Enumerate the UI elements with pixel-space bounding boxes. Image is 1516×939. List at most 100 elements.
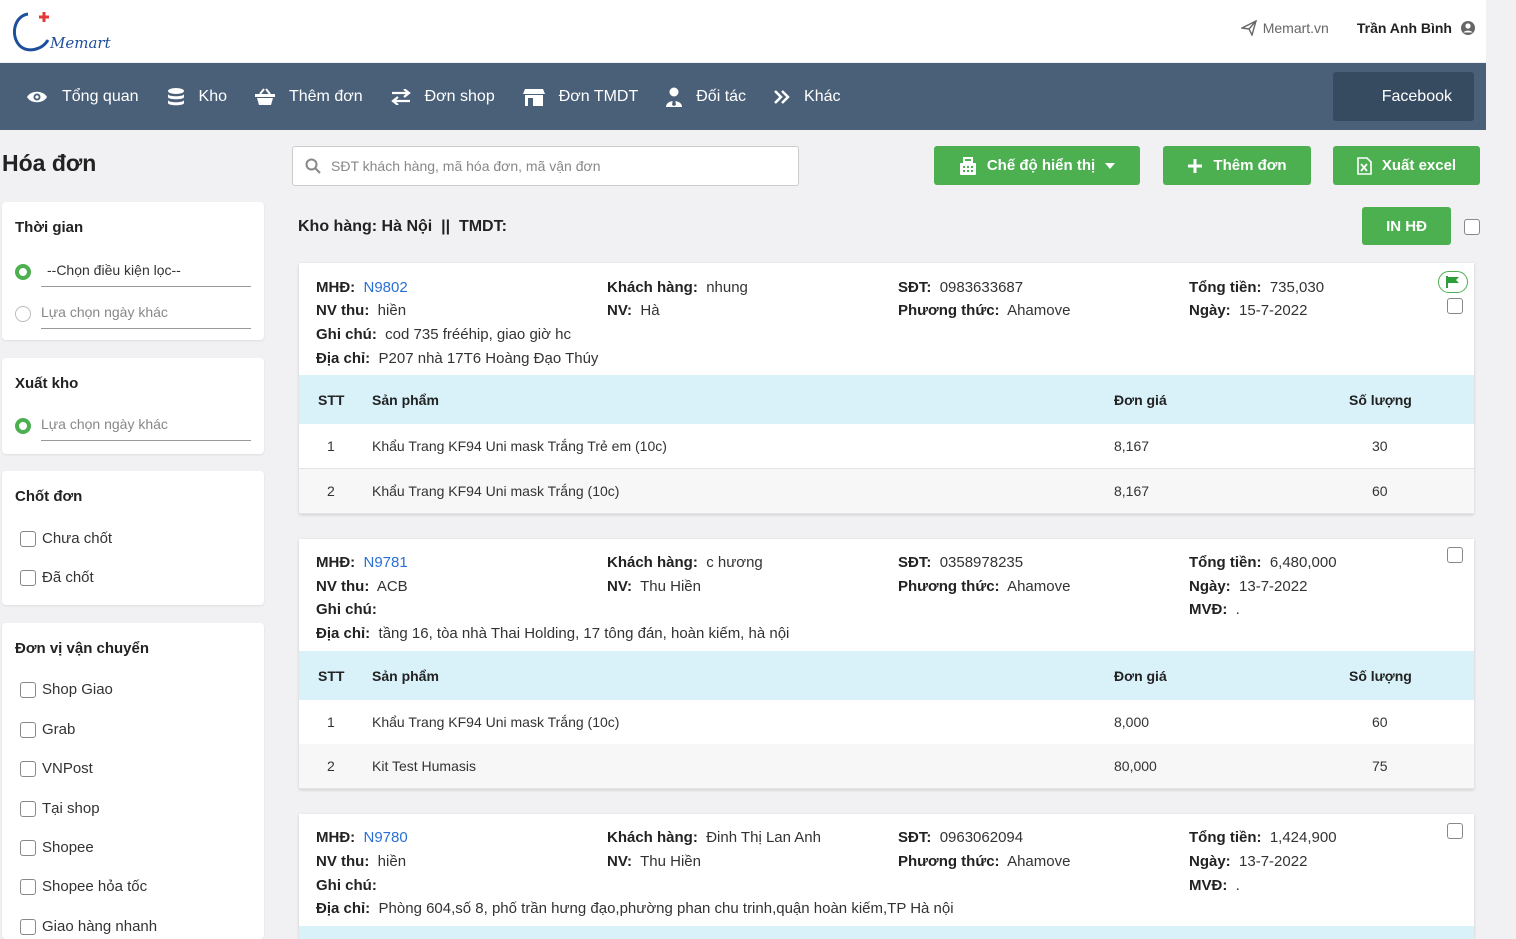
caret-down-icon <box>1105 162 1116 169</box>
export-excel-button[interactable]: Xuất excel <box>1333 146 1480 185</box>
memart-site-link[interactable]: Memart.vn <box>1240 20 1329 36</box>
close-option-not-closed[interactable]: Chưa chốt <box>20 530 112 547</box>
phone-field: SĐT: 0358978235 <box>898 554 1023 571</box>
order-id-field: MHĐ: N9781 <box>316 554 408 571</box>
shipping-option[interactable]: Tại shop <box>20 800 100 817</box>
checkbox[interactable] <box>20 681 36 698</box>
search-input[interactable] <box>331 158 771 174</box>
nav-them-don[interactable]: Thêm đơn <box>254 87 363 106</box>
nv-field: NV: Thu Hiền <box>607 853 701 870</box>
field-label: Ngày: <box>1189 578 1231 595</box>
order-id-field: MHĐ: N9780 <box>316 829 408 846</box>
order-id-link[interactable]: N9781 <box>364 554 408 571</box>
shipping-option[interactable]: VNPost <box>20 760 93 777</box>
field-label: SĐT: <box>898 554 932 571</box>
time-option-label: Lựa chọn ngày khác <box>41 298 251 329</box>
field-label: Khách hàng: <box>607 279 698 296</box>
checkbox[interactable] <box>20 721 36 738</box>
basket-icon <box>254 87 275 105</box>
search-icon <box>305 158 321 174</box>
field-label: Ngày: <box>1189 853 1231 870</box>
phone-field: SĐT: 0963062094 <box>898 829 1023 846</box>
radio-button[interactable] <box>15 305 31 322</box>
memart-logo[interactable]: Memart <box>8 6 118 56</box>
col-product: Sản phẩm <box>372 391 439 408</box>
row-stt: 1 <box>327 438 335 454</box>
checkbox[interactable] <box>20 839 36 856</box>
items-table-header: STT Sản phẩm Đơn giá Số lượng <box>299 651 1474 700</box>
shipping-option[interactable]: Shopee <box>20 839 94 856</box>
nav-don-shop[interactable]: Đơn shop <box>390 88 495 106</box>
checkbox[interactable] <box>20 800 36 817</box>
field-label: MHĐ: <box>316 279 356 296</box>
facebook-button[interactable]: Facebook <box>1333 72 1474 121</box>
export-excel-label: Xuất excel <box>1381 157 1457 174</box>
eye-icon <box>27 91 47 102</box>
checkbox[interactable] <box>20 878 36 895</box>
shipping-option[interactable]: Giao hàng nhanh <box>20 918 157 935</box>
row-product: Kit Test Humasis <box>372 758 476 774</box>
order-select-checkbox[interactable] <box>1447 823 1463 839</box>
nav-tong-quan[interactable]: Tổng quan <box>26 88 139 106</box>
field-label: MHĐ: <box>316 829 356 846</box>
address-field: Địa chỉ: tầng 16, tòa nhà Thai Holding, … <box>316 625 789 642</box>
date-field: Ngày: 13-7-2022 <box>1189 853 1307 870</box>
select-all-checkbox[interactable] <box>1464 219 1480 235</box>
field-label: Địa chỉ: <box>316 625 371 642</box>
shipping-option[interactable]: Shop Giao <box>20 681 113 698</box>
radio-button[interactable] <box>15 263 31 280</box>
checkbox[interactable] <box>20 530 36 547</box>
shipping-option[interactable]: Grab <box>20 721 75 738</box>
exchange-icon <box>390 88 411 105</box>
print-invoice-button[interactable]: IN HĐ <box>1362 207 1451 245</box>
flag-badge[interactable] <box>1438 271 1468 293</box>
items-table-header <box>299 926 1474 939</box>
phone-value: 0983633687 <box>939 279 1024 296</box>
field-label: MHĐ: <box>316 554 356 571</box>
order-select-checkbox[interactable] <box>1447 298 1463 314</box>
time-option-filter[interactable]: --Chọn điều kiện lọc-- <box>15 256 251 287</box>
field-label: Tổng tiền: <box>1189 554 1262 571</box>
add-order-label: Thêm đơn <box>1213 157 1287 174</box>
row-price: 8,167 <box>1114 483 1150 499</box>
order-select-checkbox[interactable] <box>1447 547 1463 563</box>
checkbox[interactable] <box>20 760 36 777</box>
order-id-link[interactable]: N9780 <box>364 829 408 846</box>
nav-khac[interactable]: Khác <box>774 88 841 106</box>
add-order-button[interactable]: Thêm đơn <box>1163 146 1311 185</box>
send-icon <box>1240 20 1257 36</box>
plus-icon <box>1188 158 1203 173</box>
top-header: Memart Memart.vn Trần Anh Bình <box>0 0 1486 62</box>
nv-thu-field: NV thu: hiền <box>316 853 406 870</box>
nav-doi-tac[interactable]: Đối tác <box>666 87 746 107</box>
checkbox[interactable] <box>20 569 36 586</box>
search-box[interactable] <box>292 146 799 186</box>
filter-close-title: Chốt đơn <box>15 488 83 505</box>
time-option-label: --Chọn điều kiện lọc-- <box>41 256 251 287</box>
nv-thu-field: NV thu: hiền <box>316 302 406 319</box>
checkbox[interactable] <box>20 918 36 935</box>
field-label: Ghi chú: <box>316 877 377 894</box>
row-qty: 60 <box>1372 483 1388 499</box>
nav-don-tmdt[interactable]: Đơn TMDT <box>522 88 638 106</box>
store-icon <box>522 88 545 106</box>
shipping-option[interactable]: Shopee hỏa tốc <box>20 878 147 895</box>
nv-value: Thu Hiền <box>640 853 701 870</box>
field-label: NV: <box>607 578 633 595</box>
order-id-link[interactable]: N9802 <box>364 279 408 296</box>
user-menu[interactable]: Trần Anh Bình <box>1357 20 1476 36</box>
field-label: Địa chỉ: <box>316 350 371 367</box>
export-option-other-date[interactable]: Lựa chọn ngày khác <box>15 410 251 441</box>
display-mode-button[interactable]: Chế độ hiển thị <box>934 146 1140 185</box>
field-label: Tổng tiền: <box>1189 279 1262 296</box>
time-option-other-date[interactable]: Lựa chọn ngày khác <box>15 298 251 329</box>
items-table-header: STT Sản phẩm Đơn giá Số lượng <box>299 375 1474 424</box>
row-stt: 2 <box>327 758 335 774</box>
total-field: Tổng tiền: 1,424,900 <box>1189 829 1337 846</box>
row-product: Khẩu Trang KF94 Uni mask Trắng Trẻ em (1… <box>372 438 667 454</box>
nav-kho[interactable]: Kho <box>167 87 227 107</box>
customer-field: Khách hàng: nhung <box>607 279 748 296</box>
total-value: 735,030 <box>1269 279 1325 296</box>
radio-button[interactable] <box>15 417 31 434</box>
close-option-closed[interactable]: Đã chốt <box>20 569 94 586</box>
